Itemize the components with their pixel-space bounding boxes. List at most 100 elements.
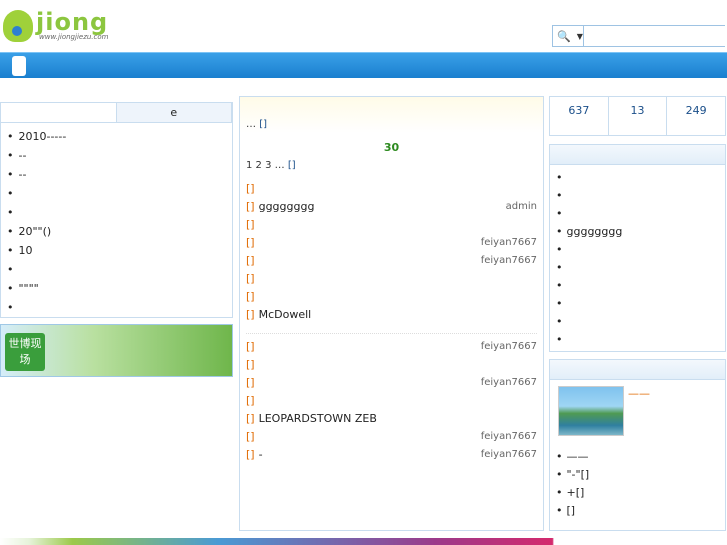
picture-feature[interactable]: —— (550, 380, 725, 438)
news-category[interactable]: [] (246, 216, 255, 234)
list-item[interactable] (556, 313, 719, 331)
expo-banner[interactable]: 世博现场 (0, 324, 233, 377)
expo-badge: 世博现场 (5, 333, 45, 371)
table-row[interactable]: [] (246, 392, 537, 410)
tab-1[interactable] (1, 103, 117, 122)
news-category[interactable]: [] (246, 288, 255, 306)
news-category[interactable]: [] (246, 234, 255, 252)
list-item[interactable] (556, 169, 719, 187)
list-item[interactable] (556, 187, 719, 205)
news-category[interactable]: [] (246, 428, 255, 446)
stat-item[interactable]: 13 (609, 97, 668, 135)
list-item[interactable]: —— (556, 448, 719, 466)
news-title[interactable] (259, 428, 481, 446)
picture-panel: —— —— "-"[] +[] [] (549, 359, 726, 531)
stat-number: 637 (568, 104, 590, 117)
table-row[interactable]: [] (246, 356, 537, 374)
table-row[interactable]: [] feiyan7667 (246, 428, 537, 446)
table-row[interactable]: [] (246, 216, 537, 234)
stat-item[interactable]: 637 (550, 97, 609, 135)
news-title[interactable] (259, 216, 537, 234)
news-category[interactable]: [] (246, 446, 255, 464)
list-item[interactable]: 20""() (7, 222, 226, 241)
list-item[interactable]: 2010----- (7, 127, 226, 146)
news-title[interactable]: McDowell (259, 306, 537, 324)
news-category[interactable]: [] (246, 410, 255, 428)
list-item[interactable] (7, 203, 226, 222)
news-category[interactable]: [] (246, 180, 255, 198)
list-item[interactable]: """" (7, 279, 226, 298)
logo-url: www.jiongjiezu.com (39, 33, 109, 41)
table-row[interactable]: [] LEOPARDSTOWN ZEB (246, 410, 537, 428)
news-category[interactable]: [] (246, 356, 255, 374)
nav-item-4[interactable] (176, 56, 190, 76)
news-title[interactable] (259, 180, 537, 198)
news-title[interactable] (259, 288, 537, 306)
news-title[interactable] (259, 338, 481, 356)
news-title[interactable] (259, 392, 537, 410)
nav-item-1[interactable] (12, 56, 26, 76)
table-row[interactable]: [] (246, 288, 537, 306)
news-title[interactable] (259, 356, 537, 374)
table-row[interactable]: [] feiyan7667 (246, 252, 537, 270)
table-row[interactable]: [] (246, 270, 537, 288)
news-category[interactable]: [] (246, 306, 255, 324)
news-category[interactable]: [] (246, 374, 255, 392)
nav-item-2[interactable] (62, 56, 76, 76)
list-item[interactable]: -- (7, 165, 226, 184)
search-input[interactable] (583, 26, 727, 46)
tab-2[interactable]: e (116, 103, 232, 122)
news-category[interactable]: [] (246, 198, 255, 216)
list-item[interactable] (556, 205, 719, 223)
news-title[interactable]: - (259, 446, 481, 464)
list-item[interactable] (556, 241, 719, 259)
table-row[interactable]: [] (246, 180, 537, 198)
news-title[interactable] (259, 270, 537, 288)
hot-panel: gggggggg (549, 144, 726, 352)
list-item[interactable]: +[] (556, 484, 719, 502)
news-title[interactable] (259, 234, 481, 252)
list-item[interactable] (556, 259, 719, 277)
site-logo[interactable]: jiong www.jiongjiezu.com (3, 8, 128, 44)
list-item[interactable] (556, 331, 719, 349)
headline-title[interactable] (240, 97, 543, 117)
news-title[interactable]: LEOPARDSTOWN ZEB (259, 410, 537, 428)
stat-item[interactable]: 249 (667, 97, 725, 135)
divider (246, 324, 537, 334)
list-item[interactable] (7, 184, 226, 203)
list-item[interactable] (7, 260, 226, 279)
news-category[interactable]: [] (246, 270, 255, 288)
list-item[interactable] (7, 298, 226, 317)
list-item[interactable]: 10 (7, 241, 226, 260)
news-category[interactable]: [] (246, 338, 255, 356)
table-row[interactable]: [] feiyan7667 (246, 234, 537, 252)
search-scope-select[interactable]: 🔍 ▼ (553, 26, 584, 46)
list-item[interactable]: "-"[] (556, 466, 719, 484)
picture-caption[interactable]: —— (628, 386, 650, 436)
news-title[interactable]: gggggggg (259, 198, 506, 216)
section-title[interactable]: 30 (240, 138, 543, 158)
table-row[interactable]: [] feiyan7667 (246, 374, 537, 392)
nav-item-6[interactable] (284, 56, 298, 76)
news-category[interactable]: [] (246, 392, 255, 410)
news-title[interactable] (259, 252, 481, 270)
main-nav (0, 52, 727, 78)
news-category[interactable]: [] (246, 252, 255, 270)
list-item[interactable] (556, 295, 719, 313)
table-row[interactable]: [] feiyan7667 (246, 338, 537, 356)
table-row[interactable]: [] McDowell (246, 306, 537, 324)
landscape-photo[interactable] (558, 386, 624, 436)
table-row[interactable]: [] - feiyan7667 (246, 446, 537, 464)
list-item[interactable]: -- (7, 146, 226, 165)
more-link[interactable]: [] (288, 160, 296, 171)
news-author: feiyan7667 (480, 431, 537, 442)
more-link[interactable]: [] (259, 119, 267, 130)
nav-item-3[interactable] (119, 56, 133, 76)
list-item[interactable]: [] (556, 502, 719, 520)
list-item[interactable]: gggggggg (556, 223, 719, 241)
search-box: 🔍 ▼ (552, 25, 727, 47)
nav-item-5[interactable] (233, 56, 247, 76)
news-title[interactable] (259, 374, 481, 392)
table-row[interactable]: [] gggggggg admin (246, 198, 537, 216)
list-item[interactable] (556, 277, 719, 295)
